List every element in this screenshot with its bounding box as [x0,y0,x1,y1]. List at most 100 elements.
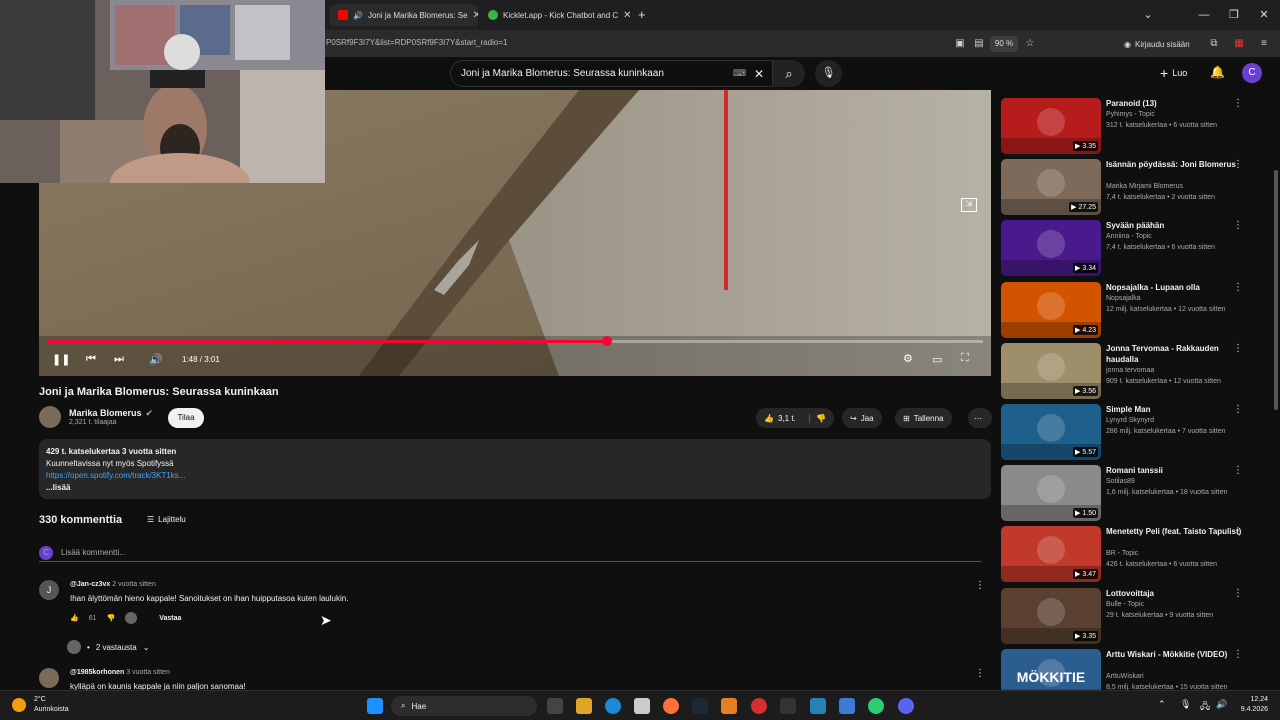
volume-tray-icon[interactable]: 🔊 [1216,699,1227,710]
opera-icon[interactable] [751,698,767,714]
video-thumbnail[interactable]: ▶ 5.57 [1001,404,1101,460]
spotify-link[interactable]: https://open.spotify.com/track/3KT1ks... [46,470,984,482]
video-thumbnail[interactable]: ▶ 27.25 [1001,159,1101,215]
sidebar-video-item[interactable]: ▶ 3.34 Syvään päähän Anniina - Topic 7,4 t.… [1001,220,1271,278]
clock[interactable]: 12.24 9.4.2026 [1232,695,1268,715]
keyboard-icon[interactable]: ⌨ [733,68,746,79]
search-input[interactable]: Joni ja Marika Blomerus: Seurassa kunink… [450,60,773,87]
progress-scrubber[interactable] [601,336,612,346]
subtitles-icon[interactable]: ▭ [875,353,885,366]
sidebar-video-item[interactable]: ▶ 3.35 Paranoid (13) Pyhimys - Topic 312 t.… [1001,98,1271,156]
zoom-level[interactable]: 90 % [990,36,1018,52]
weather-sun-icon[interactable] [12,698,26,712]
video-thumbnail[interactable]: ▶ 3.35 [1001,588,1101,644]
pause-button[interactable]: ❚❚ [52,353,70,366]
sidebar-channel[interactable]: BR - Topic [1106,550,1138,557]
video-thumbnail[interactable]: ▶ 3.35 [1001,98,1101,154]
sidebar-video-item[interactable]: ▶ 5.57 Simple Man Lynyrd Skynyrd 286 milj. … [1001,404,1271,462]
sidebar-channel[interactable]: Bulle - Topic [1106,601,1144,608]
chrome-icon[interactable] [868,698,884,714]
microphone-tray-icon[interactable]: 🎙 [1180,699,1191,710]
sign-in-button[interactable]: ◉ Kirjaudu sisään [1124,35,1190,53]
sidebar-video-title[interactable]: Menetetty Peli (feat. Taisto Tapulist) [1106,526,1246,537]
sidebar-channel[interactable]: jonna tervomaa [1106,367,1154,374]
miniplayer-exit-icon[interactable]: ⇲ [961,198,977,212]
app-icon[interactable] [810,698,826,714]
sidebar-channel[interactable]: Sotilas89 [1106,478,1135,485]
tab-list-icon[interactable]: ⌄ [1134,6,1162,24]
show-more-link[interactable]: ...lisää [46,482,984,494]
close-tab-icon[interactable]: ✕ [473,10,478,21]
settings-gear-icon[interactable]: ⚙ [903,352,913,365]
more-options-icon[interactable]: ⋮ [1233,526,1243,537]
sort-comments-button[interactable]: ☰ Lajittelu [147,515,186,524]
like-count[interactable]: 3,1 t. [778,414,796,423]
more-options-icon[interactable]: ⋮ [1233,220,1243,231]
voice-search-button[interactable]: 🎙 [815,60,842,87]
address-bar[interactable]: P0SRf9F3I7Y&list=RDP0SRf9F3I7Y&start_rad… [326,38,507,47]
comment-menu-icon[interactable]: ⋮ [975,668,985,679]
tab-youtube[interactable]: 🔊 Joni ja Marika Blomerus: Se ✕ [330,4,478,26]
replies-toggle[interactable]: • 2 vastausta ⌄ [67,640,149,654]
share-button[interactable]: ↪ Jaa [842,408,882,428]
comment-author[interactable]: @1985korhonen [70,669,124,676]
discord-icon[interactable] [898,698,914,714]
sidebar-video-item[interactable]: ▶ 27.25 Isännän pöydässä: Joni Blomerus Ma… [1001,159,1271,217]
network-icon[interactable]: 🖧 [1200,699,1210,715]
new-tab-button[interactable]: + [638,7,646,22]
save-button[interactable]: ⊞ Tallenna [895,408,952,428]
comment-dislike-icon[interactable]: 👎 [107,614,116,622]
task-view-icon[interactable] [547,698,563,714]
search-button[interactable]: ⌕ [773,60,805,87]
add-comment-input[interactable]: Lisää kommentti... [61,548,126,557]
comment-author[interactable]: @Jan-cz3vx [70,581,110,588]
minimize-button[interactable]: — [1190,6,1218,24]
addon-icon[interactable]: ▦ [1231,36,1247,52]
bookmark-star-icon[interactable]: ☆ [1022,36,1038,52]
reader-view-icon[interactable]: ▤ [971,36,987,52]
video-thumbnail[interactable]: ▶ 3.56 [1001,343,1101,399]
comment-time[interactable]: 2 vuotta sitten [112,581,156,588]
tab-kicklet[interactable]: Kicklet.app - Kick Chatbot and C ✕ [480,4,630,26]
commenter-avatar[interactable]: J [39,580,59,600]
picture-in-picture-icon[interactable]: ▣ [952,36,968,52]
more-options-icon[interactable]: ⋮ [1233,588,1243,599]
tray-chevron-icon[interactable]: ⌃ [1158,699,1166,710]
video-thumbnail[interactable]: ▶ 3.34 [1001,220,1101,276]
reply-button[interactable]: Vastaa [159,615,181,622]
channel-avatar[interactable] [39,406,61,428]
clear-search-icon[interactable]: ✕ [754,67,764,81]
more-options-icon[interactable]: ⋮ [1233,404,1243,415]
store-icon[interactable] [634,698,650,714]
sidebar-channel[interactable]: Lynyrd Skynyrd [1106,417,1154,424]
next-button[interactable]: ⏭ [114,353,124,366]
more-options-icon[interactable]: ⋮ [1233,343,1243,354]
sidebar-video-title[interactable]: Nopsajalka - Lupaan olla [1106,282,1246,293]
sidebar-channel[interactable]: Nopsajalka [1106,295,1141,302]
steam-icon[interactable] [692,698,708,714]
file-explorer-icon[interactable] [576,698,592,714]
sidebar-video-item[interactable]: ▶ 3.56 Jonna Tervomaa - Rakkauden haudall… [1001,343,1271,401]
subscribe-button[interactable]: Tilaa [168,408,204,428]
sidebar-video-title[interactable]: Syvään päähän [1106,220,1246,231]
sidebar-video-title[interactable]: Lottovoittaja [1106,588,1246,599]
more-options-icon[interactable]: ⋮ [1233,159,1243,170]
sidebar-video-item[interactable]: ▶ 3.47 Menetetty Peli (feat. Taisto Tapul… [1001,526,1271,584]
edge-icon[interactable] [605,698,621,714]
maximize-button[interactable]: ❐ [1220,6,1248,24]
menu-icon[interactable]: ≡ [1256,36,1272,52]
sidebar-channel[interactable]: Marika Mirjami Blomerus [1106,183,1183,190]
more-options-icon[interactable]: ⋮ [1233,282,1243,293]
folder-app-icon[interactable] [839,698,855,714]
comment-like-icon[interactable]: 👍 [70,614,79,622]
more-options-icon[interactable]: ⋮ [1233,98,1243,109]
close-window-button[interactable]: ✕ [1250,6,1278,24]
video-thumbnail[interactable]: ▶ 3.47 [1001,526,1101,582]
sidebar-channel[interactable]: ArttuWiskari [1106,673,1144,680]
like-icon[interactable]: 👍 [764,414,774,423]
more-options-icon[interactable]: ⋮ [1233,649,1243,660]
scrollbar[interactable] [1274,170,1278,410]
dislike-icon[interactable]: 👎 [809,413,826,423]
volume-icon[interactable]: 🔊 [149,353,163,366]
video-thumbnail[interactable]: ▶ 1.50 [1001,465,1101,521]
